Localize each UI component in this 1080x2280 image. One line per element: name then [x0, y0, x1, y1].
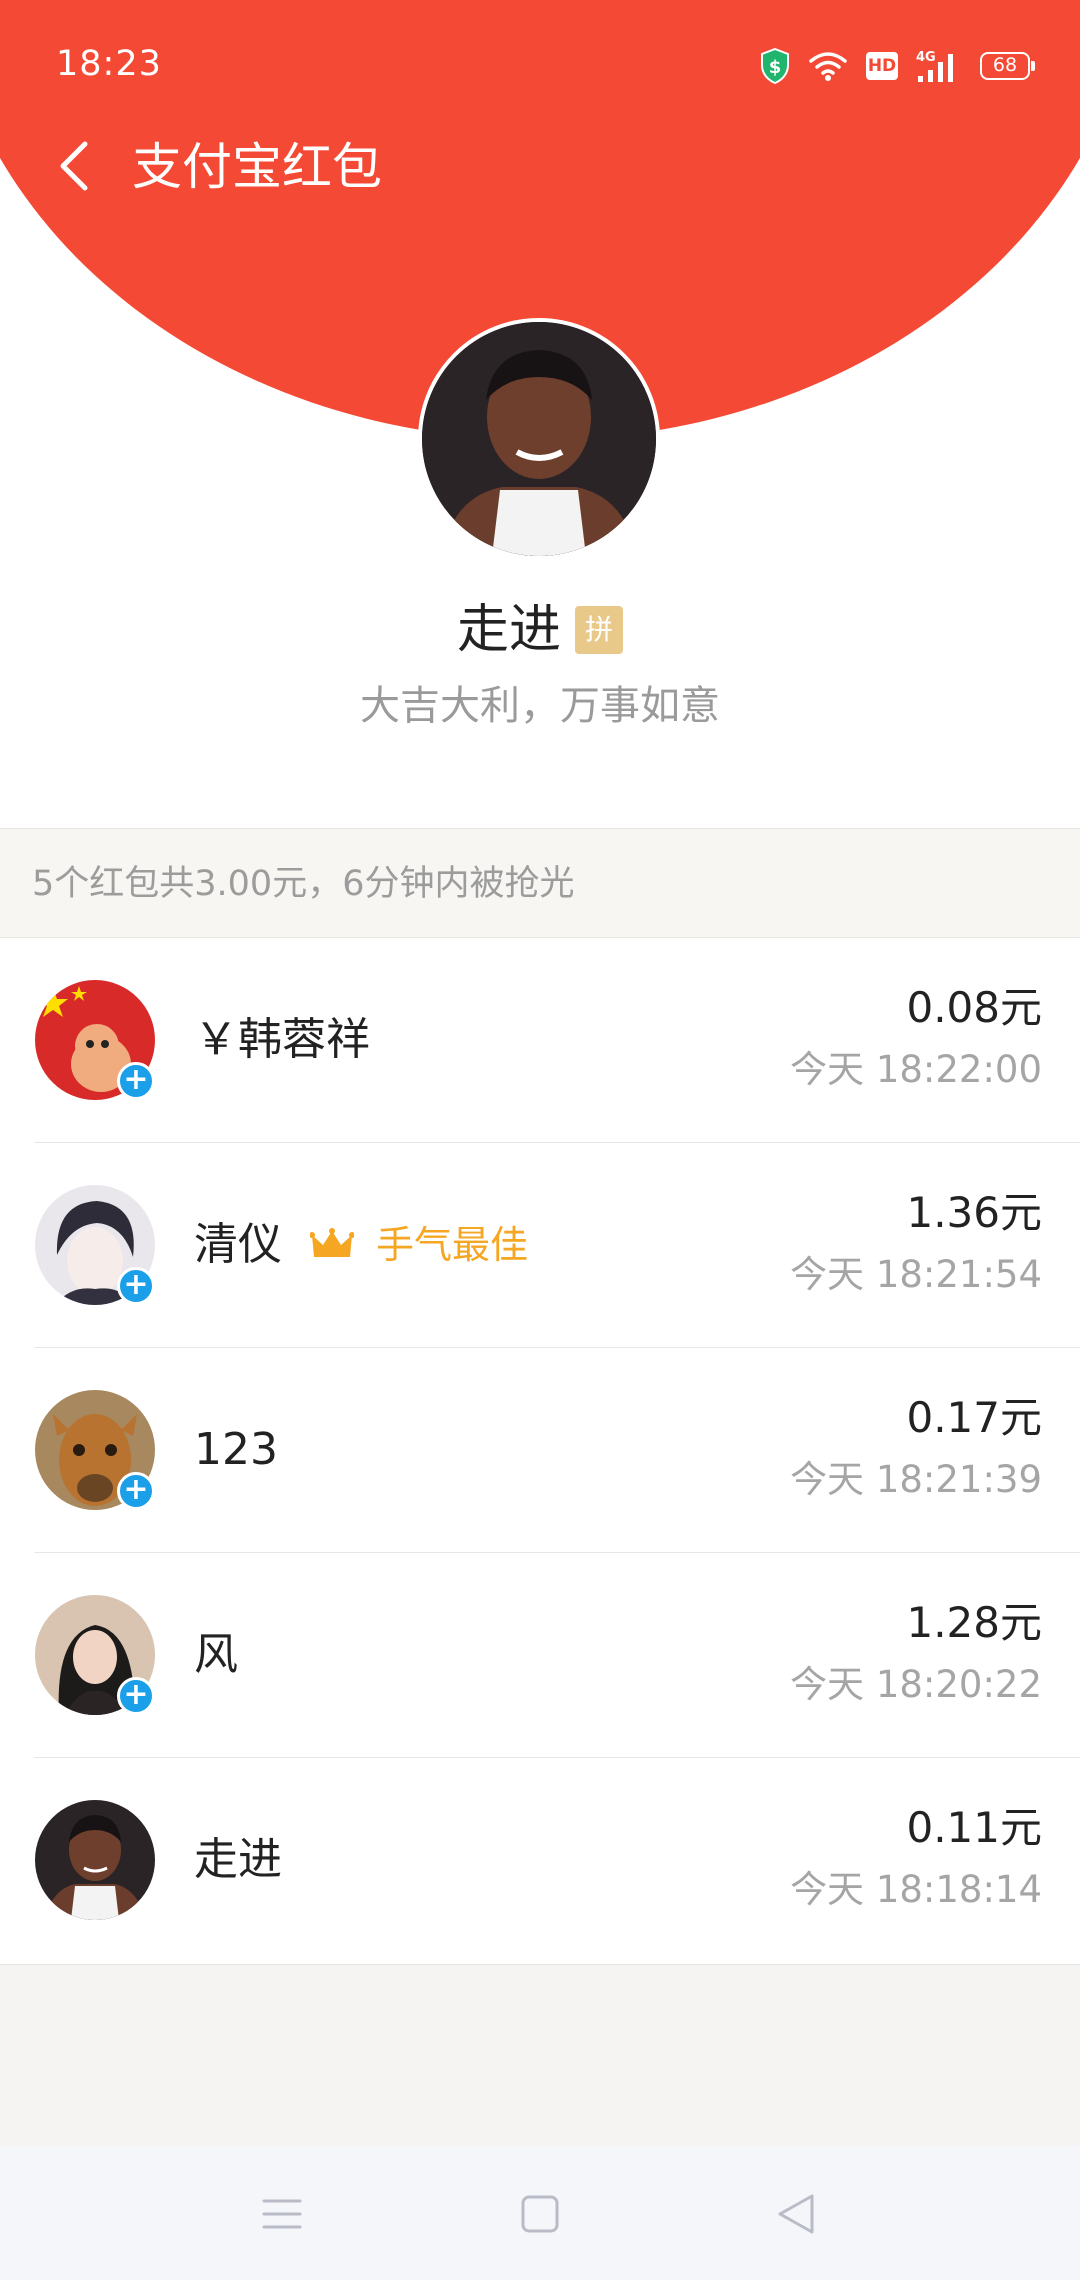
navigation-bar: 支付宝红包 — [0, 128, 1080, 208]
recipient-amount: 1.36元 — [906, 1188, 1042, 1237]
crown-icon — [310, 1228, 354, 1257]
back-button[interactable] — [44, 136, 104, 196]
security-shield-icon: $ — [761, 48, 789, 84]
red-packet-detail-page: 18:23 $ HD 4G 68 支付宝红包 走进 拼 大吉大利，万事如意 5个… — [0, 0, 1080, 2280]
system-navigation-bar — [0, 2146, 1080, 2280]
recipient-amount: 0.17元 — [906, 1393, 1042, 1442]
recipient-amount: 1.28元 — [906, 1598, 1042, 1647]
add-friend-button[interactable]: + — [117, 1472, 155, 1510]
avatar-wrap: + — [35, 1595, 157, 1717]
recipient-list: + ￥韩蓉祥 0.08元 今天 18:22:00 + 清仪 手气最佳 1.36元… — [0, 938, 1080, 1965]
summary-text: 5个红包共3.00元，6分钟内被抢光 — [32, 864, 575, 904]
sender-name: 走进 — [456, 600, 561, 660]
recipient-name: 清仪 — [194, 1219, 282, 1270]
status-icons: $ HD 4G 68 — [760, 46, 1035, 86]
avatar-wrap: + — [35, 1185, 157, 1307]
pin-badge: 拼 — [575, 606, 623, 654]
hd-icon: HD — [866, 52, 898, 80]
avatar-image — [422, 322, 656, 556]
menu-icon — [262, 2199, 302, 2229]
chevron-left-icon — [60, 141, 88, 191]
summary-bar: 5个红包共3.00元，6分钟内被抢光 — [0, 828, 1080, 938]
battery-icon: 68 — [980, 52, 1035, 80]
avatar[interactable] — [35, 1800, 155, 1920]
cellular-signal-icon: 4G — [916, 50, 953, 82]
recipient-name: 风 — [194, 1629, 238, 1680]
sender-avatar[interactable] — [418, 318, 660, 560]
sender-line: 走进 拼 — [0, 590, 1080, 670]
list-item[interactable]: 走进 0.11元 今天 18:18:14 — [0, 1758, 1080, 1963]
status-bar: 18:23 $ HD 4G 68 — [0, 0, 1080, 132]
menu-button[interactable] — [252, 2184, 312, 2244]
blessing-message: 大吉大利，万事如意 — [360, 683, 720, 729]
recipient-name: ￥韩蓉祥 — [194, 1014, 370, 1065]
recipient-time: 今天 18:20:22 — [790, 1663, 1042, 1706]
recipient-amount: 0.08元 — [906, 983, 1042, 1032]
list-item[interactable]: + ￥韩蓉祥 0.08元 今天 18:22:00 — [0, 938, 1080, 1143]
wifi-icon — [809, 52, 847, 81]
page-title: 支付宝红包 — [132, 138, 382, 196]
svg-text:4G: 4G — [916, 50, 936, 65]
home-icon — [521, 2195, 559, 2233]
svg-text:$: $ — [769, 57, 782, 78]
list-item[interactable]: + 123 0.17元 今天 18:21:39 — [0, 1348, 1080, 1553]
avatar-wrap: + — [35, 1390, 157, 1512]
best-luck-tag: 手气最佳 — [310, 1219, 528, 1271]
recipient-time: 今天 18:21:39 — [790, 1458, 1042, 1501]
list-item[interactable]: + 风 1.28元 今天 18:20:22 — [0, 1553, 1080, 1758]
add-friend-button[interactable]: + — [117, 1677, 155, 1715]
avatar-wrap: + — [35, 980, 157, 1102]
recipient-name: 123 — [194, 1424, 278, 1475]
recipient-amount: 0.11元 — [906, 1803, 1042, 1852]
home-button[interactable] — [510, 2184, 570, 2244]
add-friend-button[interactable]: + — [117, 1062, 155, 1100]
avatar-wrap — [35, 1800, 157, 1922]
recipient-time: 今天 18:21:54 — [790, 1253, 1042, 1296]
recipient-time: 今天 18:18:14 — [790, 1868, 1042, 1911]
recipient-name: 走进 — [194, 1834, 282, 1885]
add-friend-button[interactable]: + — [117, 1267, 155, 1305]
back-triangle-icon — [778, 2194, 814, 2234]
recipient-time: 今天 18:22:00 — [790, 1048, 1042, 1091]
list-item[interactable]: + 清仪 手气最佳 1.36元 今天 18:21:54 — [0, 1143, 1080, 1348]
status-time: 18:23 — [56, 44, 162, 84]
back-nav-button[interactable] — [766, 2184, 826, 2244]
best-luck-label: 手气最佳 — [376, 1223, 529, 1267]
